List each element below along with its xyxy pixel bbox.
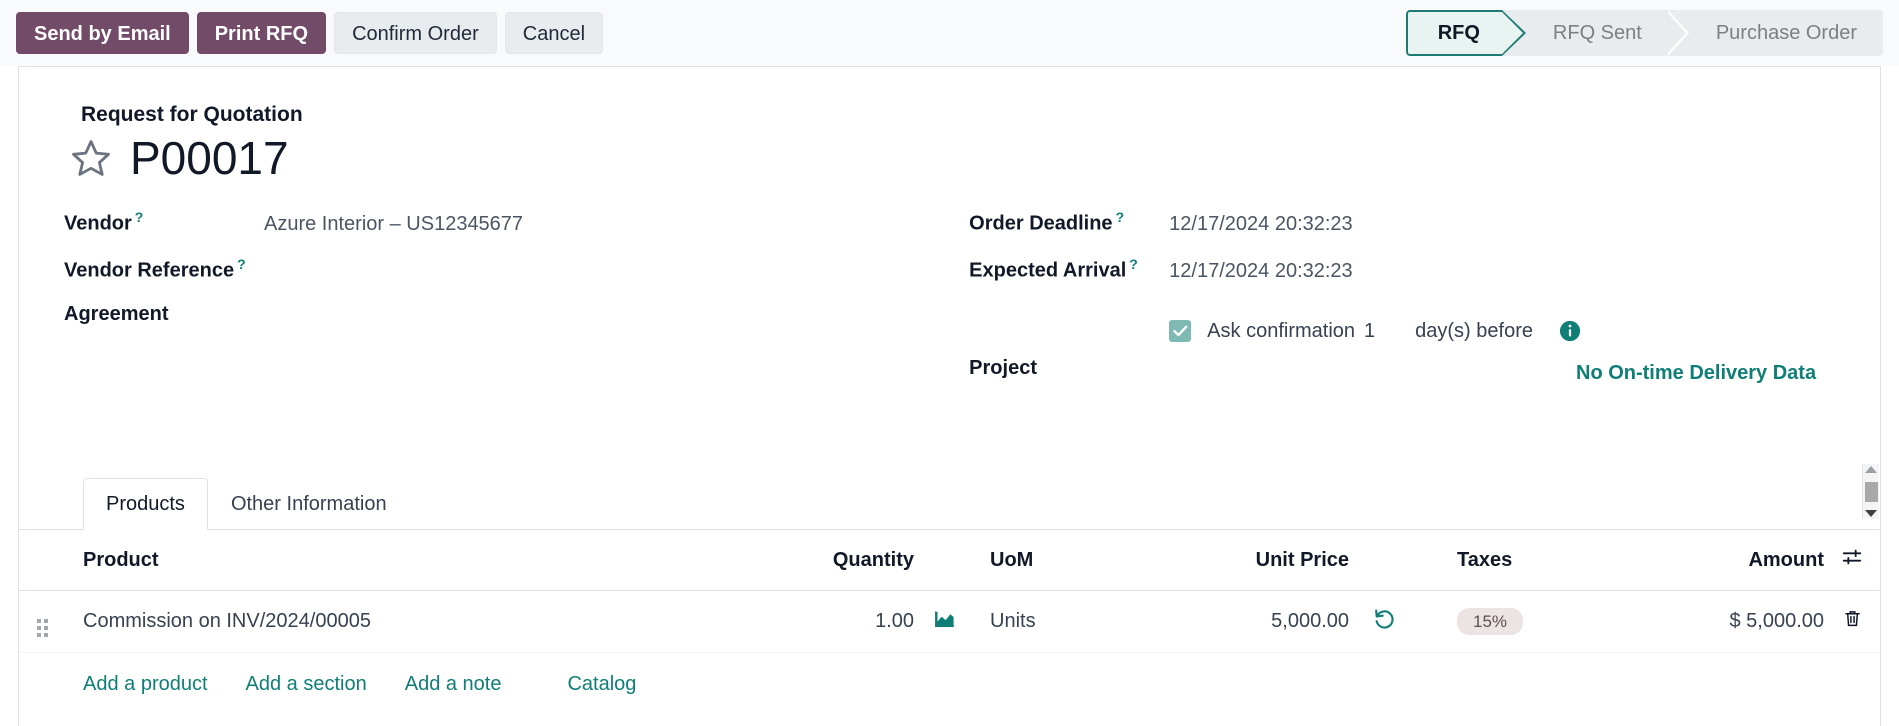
cancel-button[interactable]: Cancel [504,12,604,54]
add-a-product-link[interactable]: Add a product [83,673,208,696]
table-row[interactable]: Commission on INV/2024/00005 1.00 Units … [19,590,1880,653]
caret-up-icon[interactable] [1865,466,1877,473]
order-lines-table: Product Quantity UoM Unit Price Taxes Am… [19,530,1880,696]
price-history-icon[interactable] [1373,607,1396,636]
optional-columns-dropdown[interactable] [1824,530,1880,591]
add-a-section-link[interactable]: Add a section [246,673,367,696]
cell-uom[interactable]: Units [974,590,1149,653]
trash-icon[interactable] [1842,608,1863,635]
catalog-link[interactable]: Catalog [567,673,636,696]
control-panel: Send by Email Print RFQ Confirm Order Ca… [0,0,1899,66]
form-sheet: Request for Quotation P00017 Vendor? Azu… [18,66,1881,726]
field-vendor-reference-row: Vendor Reference? [64,256,969,303]
field-vendor-value[interactable]: Azure Interior – US12345677 [264,213,523,236]
help-icon-expected-arrival[interactable]: ? [1129,256,1138,272]
help-icon-order-deadline[interactable]: ? [1116,209,1125,225]
help-icon-vendor[interactable]: ? [135,209,144,225]
header-product[interactable]: Product [65,530,724,591]
sliders-icon[interactable] [1841,549,1863,573]
ask-confirmation-unit-label: day(s) before [1415,319,1533,342]
cell-unit-price[interactable]: 5,000.00 [1149,590,1349,653]
confirm-order-button[interactable]: Confirm Order [334,12,497,54]
status-bar: RFQ RFQ Sent Purchase Order [1405,10,1883,56]
header-quantity-icon-spacer [914,530,974,591]
scrollbar-thumb[interactable] [1864,481,1878,502]
field-project-label: Project [969,357,1037,379]
field-vendor-label: Vendor? [64,209,264,236]
header-price-icon-spacer [1349,530,1419,591]
form-column-left: Vendor? Azure Interior – US12345677 Vend… [64,209,969,404]
status-arrow-separator [1665,10,1690,56]
tab-bar: Products Other Information [19,464,1880,530]
info-icon[interactable] [1559,320,1581,342]
cell-amount: $ 5,000.00 [1634,590,1824,653]
drag-handle-icon[interactable] [36,619,48,637]
field-expected-arrival-row: Expected Arrival? 12/17/2024 20:32:23 [969,256,1835,303]
field-vendor-label-text: Vendor [64,212,132,235]
status-step-rfq[interactable]: RFQ [1405,10,1502,56]
star-icon[interactable] [70,137,112,179]
cell-quantity-icon [914,590,974,653]
tax-badge[interactable]: 15% [1457,608,1524,635]
ask-confirmation-days-input[interactable]: 1 [1364,320,1375,343]
form-header-area: Request for Quotation P00017 Vendor? Azu… [19,67,1880,404]
title-row: P00017 [64,135,1835,181]
ask-confirmation-checkbox[interactable] [1169,320,1192,342]
cell-taxes[interactable]: 15% [1419,590,1634,653]
forecast-chart-icon[interactable] [933,607,956,636]
cell-delete [1824,590,1880,653]
header-quantity[interactable]: Quantity [724,530,914,591]
page-subtitle: Request for Quotation [81,103,303,126]
field-expected-arrival-label-text: Expected Arrival [969,259,1127,282]
field-vendor-reference-label-text: Vendor Reference [64,259,235,282]
cell-quantity[interactable]: 1.00 [724,590,914,653]
form-columns: Vendor? Azure Interior – US12345677 Vend… [64,209,1835,404]
header-uom[interactable]: UoM [974,530,1149,591]
action-button-group: Send by Email Print RFQ Confirm Order Ca… [16,12,604,54]
tab-other-information[interactable]: Other Information [208,478,410,529]
field-agreement-label: Agreement [64,303,169,325]
caret-down-icon[interactable] [1865,510,1877,517]
field-expected-arrival-label: Expected Arrival? [969,256,1169,283]
vertical-scrollbar[interactable] [1862,464,1879,519]
field-order-deadline-label-text: Order Deadline [969,212,1113,235]
tab-products[interactable]: Products [83,478,208,530]
field-vendor-reference-label: Vendor Reference? [64,256,286,283]
ask-confirmation-row: Ask confirmation 1 day(s) before [1169,309,1835,353]
cell-product[interactable]: Commission on INV/2024/00005 [65,590,724,653]
print-rfq-button[interactable]: Print RFQ [196,12,327,54]
field-order-deadline-label: Order Deadline? [969,209,1169,236]
field-order-deadline-value[interactable]: 12/17/2024 20:32:23 [1169,213,1353,236]
send-by-email-button[interactable]: Send by Email [16,12,189,54]
field-expected-arrival-value[interactable]: 12/17/2024 20:32:23 [1169,260,1353,283]
ontime-delivery-wrapper: No On-time Delivery Data [1576,362,1816,385]
field-order-deadline-row: Order Deadline? 12/17/2024 20:32:23 [969,209,1835,256]
header-amount[interactable]: Amount [1634,530,1824,591]
add-line-links-row: Add a product Add a section Add a note C… [19,653,1880,696]
table-header-row: Product Quantity UoM Unit Price Taxes Am… [19,530,1880,591]
cell-price-icon [1349,590,1419,653]
status-step-purchase-order[interactable]: Purchase Order [1689,10,1883,56]
status-arrow-active [1501,10,1527,56]
field-vendor-row: Vendor? Azure Interior – US12345677 [64,209,969,256]
header-handle [19,530,65,591]
header-unit-price[interactable]: Unit Price [1149,530,1349,591]
add-a-note-link[interactable]: Add a note [405,673,502,696]
row-drag-handle[interactable] [19,590,65,653]
page-title: P00017 [130,132,289,184]
notebook: Products Other Information Product Quant… [19,464,1880,696]
no-ontime-delivery-data-link[interactable]: No On-time Delivery Data [1576,362,1816,384]
field-agreement-row: Agreement [64,303,969,350]
ask-confirmation-label: Ask confirmation [1207,319,1356,342]
status-step-rfq-sent[interactable]: RFQ Sent [1526,10,1668,56]
header-taxes[interactable]: Taxes [1419,530,1634,591]
help-icon-vendor-reference[interactable]: ? [237,256,246,272]
